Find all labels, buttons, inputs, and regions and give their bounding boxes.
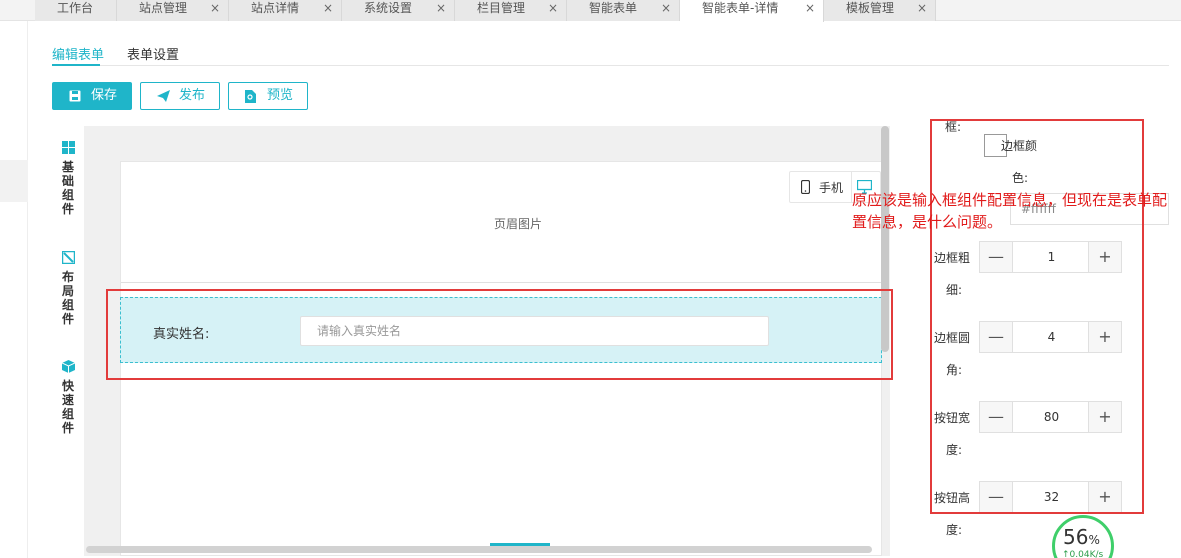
close-icon[interactable]: × [917,0,927,17]
palette-char: 础 [61,174,74,188]
tab-system-settings[interactable]: 系统设置 × [342,0,455,21]
close-icon[interactable]: × [210,0,220,17]
close-icon[interactable]: × [805,0,815,17]
palette-basic-components[interactable]: 基 础 组 件 [60,141,76,216]
tab-template-management[interactable]: 模板管理 × [824,0,936,21]
tab-site-management[interactable]: 站点管理 × [117,0,229,21]
grid-icon [61,141,75,154]
mobile-icon[interactable] [801,180,810,194]
preview-label: 预览 [267,88,294,103]
tab-label: 站点详情 [251,1,300,15]
tab-label: 站点管理 [139,1,188,15]
tab-bar: 工作台 站点管理 × 站点详情 × 系统设置 × 栏目管理 × 智能表单 × 智… [0,0,1181,22]
left-gutter [0,21,28,558]
publish-label: 发布 [179,88,206,103]
tab-label: 智能表单-详情 [702,1,779,15]
preview-button[interactable]: 预览 [228,82,308,110]
palette-char: 件 [61,421,74,435]
palette-char: 件 [61,202,74,216]
subtab-edit-form[interactable]: 编辑表单 [52,44,104,63]
tab-label: 智能表单 [589,1,638,15]
palette-quick-components[interactable]: 快 速 组 件 [60,360,76,435]
network-meter-value: 56% [1063,525,1100,549]
palette-char: 快 [61,379,74,393]
tab-label: 系统设置 [364,1,413,15]
tab-workbench[interactable]: 工作台 [35,0,117,21]
tab-smart-form-detail[interactable]: 智能表单-详情 × [680,0,824,22]
header-divider [121,282,881,283]
palette-char: 布 [61,270,74,284]
palette-char: 速 [61,393,74,407]
device-mobile-label[interactable]: 手机 [819,179,843,196]
meter-unit: % [1088,533,1100,547]
save-label: 保存 [91,88,118,103]
palette-char: 组 [61,188,74,202]
scroll-accent [490,543,550,546]
cube-icon [61,360,75,373]
palette-char: 件 [61,312,74,326]
horizontal-scrollbar[interactable] [86,546,872,553]
save-button[interactable]: 保存 [52,82,132,110]
header-image-placeholder[interactable]: 页眉图片 [494,215,542,232]
subtab-active-indicator [52,64,100,66]
tab-site-detail[interactable]: 站点详情 × [229,0,342,21]
subtab-divider [52,65,1169,66]
tab-label: 模板管理 [846,1,895,15]
layout-icon [61,251,75,264]
annotation-box-panel [930,119,1144,514]
palette-char: 基 [61,160,74,174]
app-root: 工作台 站点管理 × 站点详情 × 系统设置 × 栏目管理 × 智能表单 × 智… [0,0,1181,558]
palette-char: 组 [61,298,74,312]
tab-column-management[interactable]: 栏目管理 × [455,0,567,21]
document-search-icon [245,90,256,103]
save-icon [69,90,81,102]
palette-char: 局 [61,284,74,298]
subtab-form-settings[interactable]: 表单设置 [127,44,179,63]
button-height-label-2: 度: [946,523,963,537]
paper-plane-icon [157,90,170,102]
annotation-box-component [106,289,893,380]
gutter-highlight [0,160,28,202]
close-icon[interactable]: × [436,0,446,17]
tab-label: 工作台 [57,1,94,15]
network-speed: ↑0.04K/s [1062,550,1104,558]
palette-layout-components[interactable]: 布 局 组 件 [60,251,76,326]
annotation-text: 原应该是输入框组件配置信息，但现在是表单配置信息，是什么问题。 [852,191,1168,231]
close-icon[interactable]: × [323,0,333,17]
publish-button[interactable]: 发布 [140,82,220,110]
close-icon[interactable]: × [548,0,558,17]
tab-smart-form[interactable]: 智能表单 × [567,0,680,21]
close-icon[interactable]: × [661,0,671,17]
tab-label: 栏目管理 [477,1,526,15]
meter-number: 56 [1063,525,1089,549]
palette-char: 组 [61,407,74,421]
